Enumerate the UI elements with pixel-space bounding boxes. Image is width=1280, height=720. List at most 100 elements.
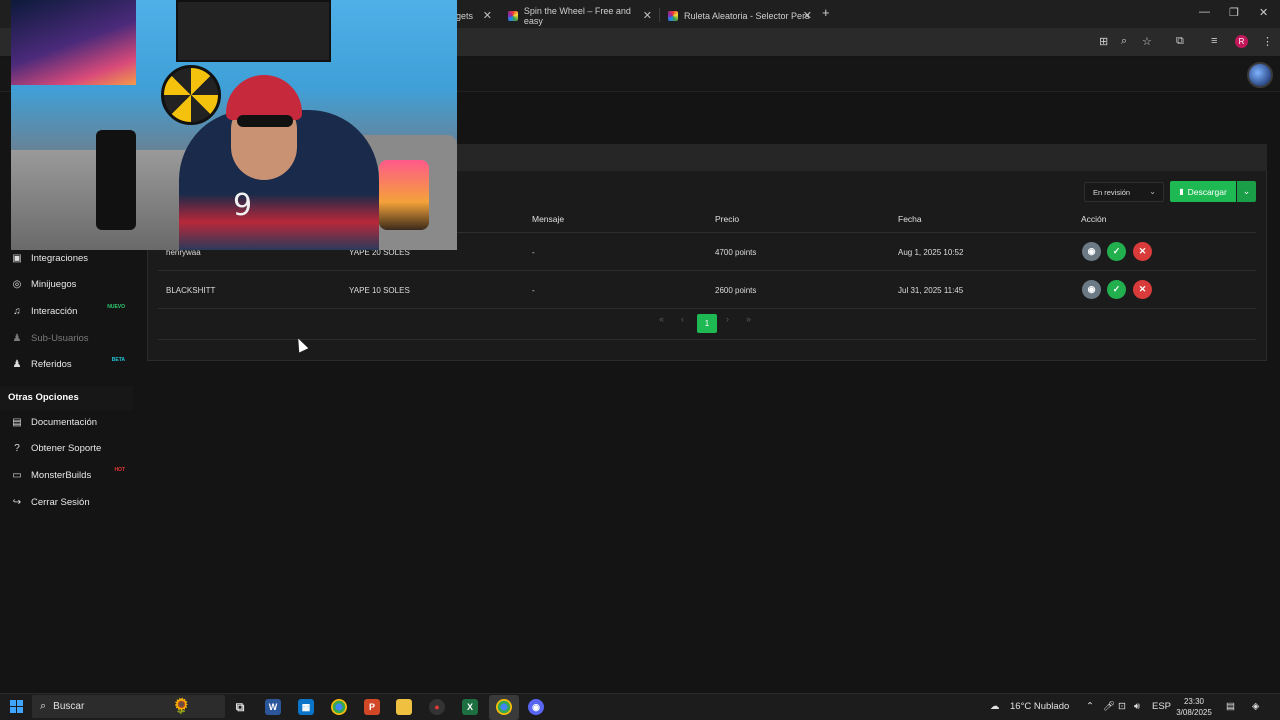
check-icon: ✓ [1112,284,1121,294]
close-icon: ✕ [1138,284,1147,294]
users-icon: ♟ [12,358,22,370]
laptop-icon: ▭ [12,469,22,481]
wheel-favicon-icon [508,11,518,21]
plug-icon: ▣ [12,252,22,264]
pagination-next-icon[interactable]: › [726,314,729,324]
beta-badge: BETA [111,357,125,363]
pagination-first-icon[interactable]: « [659,314,664,324]
file-download-icon: ▮ [1179,187,1184,196]
cell-user: BLACKSHITT [166,286,216,295]
network-icon[interactable]: ⊡ [1118,701,1126,712]
notifications-icon[interactable]: ▤ [1226,701,1235,712]
webcam-person-cap [226,75,302,120]
eye-icon: ◉ [1087,246,1096,256]
approve-button[interactable]: ✓ [1107,242,1126,261]
word-icon[interactable]: W [265,699,281,715]
sidebar-item-soporte[interactable]: ? Obtener Soporte [0,436,133,460]
status-filter-select[interactable]: En revisión ⌄ [1084,182,1164,202]
pagination-current-page[interactable]: 1 [697,314,717,333]
book-icon: ▤ [12,416,22,428]
view-button[interactable]: ◉ [1082,280,1101,299]
chevron-down-icon: ⌄ [1149,187,1156,196]
chat-app-icon[interactable]: ◉ [528,699,544,715]
user-avatar[interactable] [1247,62,1273,88]
sidebar-item-minijuegos[interactable]: ◎ Minijuegos [0,272,133,296]
sidebar-item-label: Referidos [31,358,72,370]
close-tab-icon[interactable]: ✕ [483,9,492,22]
download-label: Descargar [1187,186,1227,197]
task-view-icon[interactable]: ⧉ [232,699,248,715]
microphone-icon[interactable]: 🎤︎ [1103,701,1115,712]
column-header-fecha: Fecha [898,214,922,224]
view-button[interactable]: ◉ [1082,242,1101,261]
cell-price: 4700 points [715,248,757,257]
reject-button[interactable]: ✕ [1133,242,1152,261]
hot-badge: HOT [114,467,125,473]
download-button[interactable]: ▮ Descargar [1170,181,1236,202]
media-queue-icon[interactable]: ≡ [1211,35,1217,47]
bookmark-star-icon[interactable]: ☆ [1142,35,1152,48]
cell-date: Aug 1, 2025 10:52 [898,248,964,257]
pagination-prev-icon[interactable]: ‹ [681,314,684,324]
chrome-icon[interactable] [331,699,347,715]
browser-menu-icon[interactable]: ⋮ [1262,35,1273,48]
check-icon: ✓ [1112,246,1121,256]
cell-item: YAPE 10 SOLES [349,286,410,295]
browser-tab-partial[interactable]: gets ✕ [456,4,498,28]
browser-tab-ruleta[interactable]: Ruleta Aleatoria - Selector Pers ✕ [660,4,818,28]
taskbar-clock[interactable]: 23:30 3/08/2025 [1170,696,1218,718]
close-window-icon[interactable]: ✕ [1259,6,1268,19]
webcam-overlay: 9 [11,0,457,250]
excel-icon[interactable]: X [462,699,478,715]
translate-icon[interactable]: ⊞ [1099,35,1108,48]
sidebar-item-referidos[interactable]: ♟ Referidos BETA [0,352,133,376]
chevron-up-icon[interactable]: ⌃ [1086,701,1094,712]
extensions-icon[interactable]: ⧉ [1176,35,1184,48]
browser-tab-spin-wheel[interactable]: Spin the Wheel – Free and easy ✕ [500,4,658,28]
clock-time: 23:30 [1183,697,1205,706]
obs-icon[interactable]: ● [429,699,445,715]
sidebar-item-documentacion[interactable]: ▤ Documentación [0,410,133,434]
download-options-button[interactable]: ⌄ [1237,181,1256,202]
pagination-divider [158,339,1256,340]
new-badge: NUEVO [107,304,125,310]
help-icon: ? [14,442,20,454]
chrome-profile-icon[interactable] [496,699,512,715]
windows-start-icon[interactable] [10,700,23,713]
sidebar-item-label: Interacción [31,305,78,317]
tab-title: gets [456,11,474,21]
close-tab-icon[interactable]: ✕ [803,9,812,22]
new-tab-icon[interactable]: + [822,5,830,20]
sidebar-item-cerrar-sesion[interactable]: ↪ Cerrar Sesión [0,490,133,514]
sidebar-item-monsterbuilds[interactable]: ▭ MonsterBuilds HOT [0,463,133,487]
zoom-icon[interactable]: ⌕ [1121,35,1127,48]
powerpoint-icon[interactable]: P [364,699,380,715]
close-icon: ✕ [1138,246,1147,256]
file-explorer-icon[interactable] [396,699,412,715]
chevron-down-icon: ⌄ [1242,186,1251,196]
cell-price: 2600 points [715,286,757,295]
minimize-icon[interactable]: — [1199,6,1210,18]
pagination-last-icon[interactable]: » [746,314,751,324]
shirt-number: 9 [233,188,253,223]
sidebar-item-interaccion[interactable]: ♫ Interacción NUEVO [0,299,133,323]
webcam-tv [11,0,136,85]
copilot-icon[interactable]: ◈ [1252,701,1259,712]
weather-text[interactable]: 16°C Nublado [1010,701,1069,712]
sidebar-item-sub-usuarios[interactable]: ♟ Sub-Usuarios [0,326,133,350]
language-indicator[interactable]: ESP [1152,701,1171,712]
column-header-precio: Precio [715,214,740,224]
volume-icon[interactable]: 🔊︎ [1134,701,1140,712]
sidebar-section-title: Otras Opciones [8,392,79,403]
address-bar[interactable] [458,33,1088,51]
close-tab-icon[interactable]: ✕ [643,9,652,22]
approve-button[interactable]: ✓ [1107,280,1126,299]
restore-icon[interactable]: ❐ [1229,6,1239,19]
browser-profile-avatar[interactable]: R [1235,35,1248,48]
row-divider [158,270,1256,271]
webcam-speaker [96,130,136,230]
weather-icon[interactable]: ☁ [990,701,1000,712]
store-icon[interactable]: ▦ [298,699,314,715]
sign-out-icon: ↪ [12,496,22,508]
reject-button[interactable]: ✕ [1133,280,1152,299]
